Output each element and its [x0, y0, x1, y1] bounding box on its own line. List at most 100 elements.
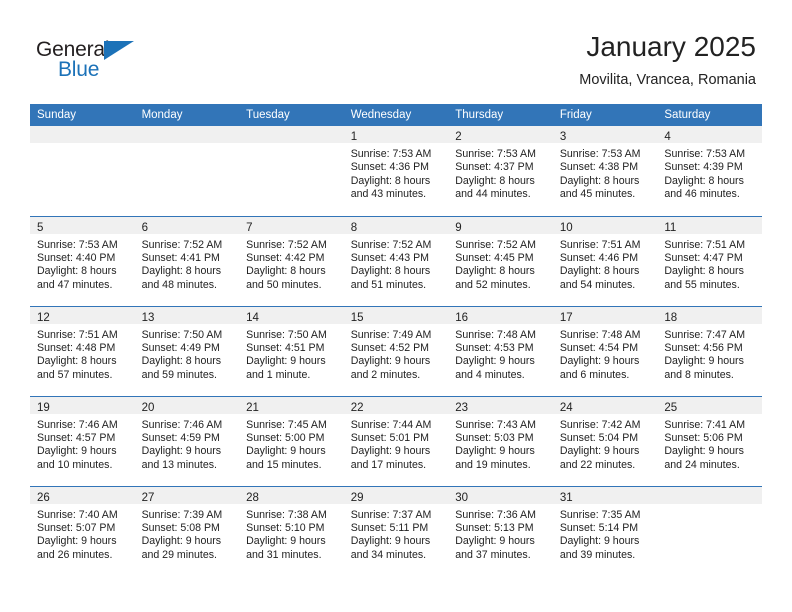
daylight-text-line1: Daylight: 8 hours	[246, 265, 326, 278]
day-cell[interactable]: 12 Sunrise: 7:51 AM Sunset: 4:48 PM Dayligh…	[30, 305, 135, 396]
sunrise-text: Sunrise: 7:52 AM	[246, 238, 327, 251]
sunrise-text: Sunrise: 7:48 AM	[455, 328, 536, 341]
sunset-text: Sunset: 5:03 PM	[455, 431, 534, 444]
day-cell[interactable]: 9 Sunrise: 7:52 AM Sunset: 4:45 PM Daylight…	[448, 215, 553, 306]
day-cell[interactable]: 15 Sunrise: 7:49 AM Sunset: 4:52 PM Dayligh…	[343, 305, 449, 396]
day-number: 20	[141, 401, 155, 414]
day-number: 22	[350, 401, 364, 414]
day-number: 28	[246, 491, 259, 504]
day-cell[interactable]: 2 Sunrise: 7:53 AM Sunset: 4:37 PM Daylight…	[448, 126, 553, 216]
sunrise-text: Sunrise: 7:48 AM	[559, 328, 641, 341]
calendar-week-row: 1 Sunrise: 7:53 AM Sunset: 4:36 PM Daylight…	[30, 126, 762, 216]
day-cell[interactable]: 31 Sunrise: 7:35 AM Sunset: 5:14 PM Dayligh…	[552, 485, 658, 576]
day-number: 29	[350, 491, 364, 504]
page-subtitle: Movilita, Vrancea, Romania	[579, 71, 756, 88]
day-cell[interactable]: 26 Sunrise: 7:40 AM Sunset: 5:07 PM Dayligh…	[30, 485, 135, 576]
day-cell[interactable]: 19 Sunrise: 7:46 AM Sunset: 4:57 PM Dayligh…	[30, 395, 135, 486]
day-cell[interactable]: 8 Sunrise: 7:52 AM Sunset: 4:43 PM Daylight…	[343, 215, 449, 306]
day-cell[interactable]: 6 Sunrise: 7:52 AM Sunset: 4:41 PM Daylight…	[134, 215, 240, 306]
day-number: 12	[37, 311, 50, 324]
daylight-text-line1: Daylight: 8 hours	[350, 174, 431, 187]
daylight-text-line1: Daylight: 9 hours	[455, 445, 535, 458]
day-cell[interactable]: 5 Sunrise: 7:53 AM Sunset: 4:40 PM Daylight…	[30, 215, 135, 306]
page-title: January 2025	[586, 31, 756, 62]
day-cell[interactable]: 18 Sunrise: 7:47 AM Sunset: 4:56 PM Dayligh…	[657, 305, 762, 396]
sunrise-text: Sunrise: 7:47 AM	[664, 328, 746, 341]
day-cell[interactable]: 7 Sunrise: 7:52 AM Sunset: 4:42 PM Daylight…	[239, 215, 344, 306]
day-cell[interactable]	[134, 126, 240, 216]
day-cell[interactable]: 24 Sunrise: 7:42 AM Sunset: 5:04 PM Dayligh…	[552, 395, 658, 486]
weekday-header-thursday: Thursday	[448, 104, 553, 126]
daylight-text-line1: Daylight: 9 hours	[141, 445, 222, 458]
daylight-text-line2: and 55 minutes.	[664, 278, 740, 291]
daylight-text-line1: Daylight: 9 hours	[350, 535, 431, 548]
sunset-text: Sunset: 4:45 PM	[455, 251, 534, 264]
day-cell[interactable]: 28 Sunrise: 7:38 AM Sunset: 5:10 PM Dayligh…	[239, 485, 344, 576]
daylight-text-line2: and 47 minutes.	[37, 278, 113, 291]
day-cell[interactable]: 11 Sunrise: 7:51 AM Sunset: 4:47 PM Dayligh…	[657, 215, 762, 306]
day-cell[interactable]: 3 Sunrise: 7:53 AM Sunset: 4:38 PM Daylight…	[552, 126, 658, 216]
sunset-text: Sunset: 5:11 PM	[350, 521, 429, 534]
calendar-week-row: 19 Sunrise: 7:46 AM Sunset: 4:57 PM Dayligh…	[30, 395, 762, 486]
day-cell[interactable]: 14 Sunrise: 7:50 AM Sunset: 4:51 PM Dayligh…	[239, 305, 344, 396]
day-cell[interactable]: 10 Sunrise: 7:51 AM Sunset: 4:46 PM Dayligh…	[552, 215, 658, 306]
day-cell[interactable]: 4 Sunrise: 7:53 AM Sunset: 4:39 PM Daylight…	[657, 126, 762, 216]
day-cell[interactable]: 27 Sunrise: 7:39 AM Sunset: 5:08 PM Dayligh…	[134, 485, 240, 576]
sunrise-text: Sunrise: 7:49 AM	[350, 328, 432, 341]
day-number: 1	[350, 131, 358, 143]
sunset-text: Sunset: 5:01 PM	[350, 431, 430, 444]
daylight-text-line1: Daylight: 9 hours	[559, 445, 640, 458]
day-cell[interactable]: 29 Sunrise: 7:37 AM Sunset: 5:11 PM Dayligh…	[343, 485, 449, 576]
day-cell[interactable]: 17 Sunrise: 7:48 AM Sunset: 4:54 PM Dayligh…	[552, 305, 658, 396]
daylight-text-line1: Daylight: 8 hours	[455, 174, 535, 187]
day-cell[interactable]: 21 Sunrise: 7:45 AM Sunset: 5:00 PM Dayligh…	[239, 395, 344, 486]
day-cell[interactable]: 16 Sunrise: 7:48 AM Sunset: 4:53 PM Dayligh…	[448, 305, 553, 396]
daylight-text-line2: and 31 minutes.	[246, 548, 322, 561]
day-cell[interactable]: 30 Sunrise: 7:36 AM Sunset: 5:13 PM Dayligh…	[448, 485, 553, 576]
sunset-text: Sunset: 4:47 PM	[664, 251, 743, 264]
daylight-text-line1: Daylight: 9 hours	[455, 535, 535, 548]
sunrise-text: Sunrise: 7:36 AM	[455, 508, 536, 521]
daylight-text-line1: Daylight: 9 hours	[246, 445, 326, 458]
sunrise-text: Sunrise: 7:51 AM	[37, 328, 118, 341]
sunset-text: Sunset: 4:54 PM	[559, 341, 639, 354]
day-number: 11	[664, 221, 677, 234]
day-number: 7	[246, 221, 253, 234]
day-cell[interactable]: 1 Sunrise: 7:53 AM Sunset: 4:36 PM Daylight…	[343, 126, 449, 216]
daylight-text-line2: and 8 minutes.	[664, 368, 734, 381]
weekday-header-sunday: Sunday	[30, 104, 135, 126]
sunset-text: Sunset: 4:41 PM	[141, 251, 220, 264]
day-cell[interactable]	[657, 485, 762, 576]
sunset-text: Sunset: 4:42 PM	[246, 251, 325, 264]
daylight-text-line2: and 45 minutes.	[559, 188, 636, 201]
day-number: 19	[37, 401, 50, 414]
day-cell[interactable]: 22 Sunrise: 7:44 AM Sunset: 5:01 PM Dayligh…	[343, 395, 449, 486]
sunset-text: Sunset: 4:36 PM	[350, 161, 430, 174]
calendar-week-row: 5 Sunrise: 7:53 AM Sunset: 4:40 PM Daylight…	[30, 215, 762, 306]
day-cell[interactable]: 20 Sunrise: 7:46 AM Sunset: 4:59 PM Dayligh…	[134, 395, 240, 486]
daylight-text-line1: Daylight: 8 hours	[559, 265, 640, 278]
daylight-text-line2: and 2 minutes.	[350, 368, 421, 381]
daylight-text-line1: Daylight: 9 hours	[37, 535, 117, 548]
day-number: 25	[664, 401, 678, 414]
title-block: January 2025 Movilita, Vrancea, Romania	[579, 31, 756, 88]
sunset-text: Sunset: 4:59 PM	[141, 431, 220, 444]
weekday-header-wednesday: Wednesday	[343, 104, 449, 126]
day-cell[interactable]: 23 Sunrise: 7:43 AM Sunset: 5:03 PM Dayligh…	[448, 395, 553, 486]
calendar-grid: Sunday Monday Tuesday Wednesday Thursday…	[30, 104, 762, 576]
day-cell[interactable]	[239, 126, 344, 216]
day-number: 3	[559, 131, 567, 143]
day-number: 23	[455, 401, 469, 414]
sunset-text: Sunset: 4:39 PM	[664, 161, 743, 174]
day-cell[interactable]: 25 Sunrise: 7:41 AM Sunset: 5:06 PM Dayligh…	[657, 395, 762, 486]
daylight-text-line1: Daylight: 8 hours	[455, 265, 535, 278]
daylight-text-line2: and 57 minutes.	[37, 368, 113, 381]
weekday-header-tuesday: Tuesday	[239, 104, 344, 126]
day-cell[interactable]	[30, 126, 135, 216]
sunrise-text: Sunrise: 7:52 AM	[455, 238, 536, 251]
logo-text-blue: Blue	[58, 58, 100, 81]
sunrise-text: Sunrise: 7:41 AM	[664, 418, 746, 431]
day-cell[interactable]: 13 Sunrise: 7:50 AM Sunset: 4:49 PM Dayligh…	[134, 305, 240, 396]
daylight-text-line1: Daylight: 8 hours	[664, 265, 744, 278]
sunset-text: Sunset: 4:37 PM	[455, 161, 534, 174]
